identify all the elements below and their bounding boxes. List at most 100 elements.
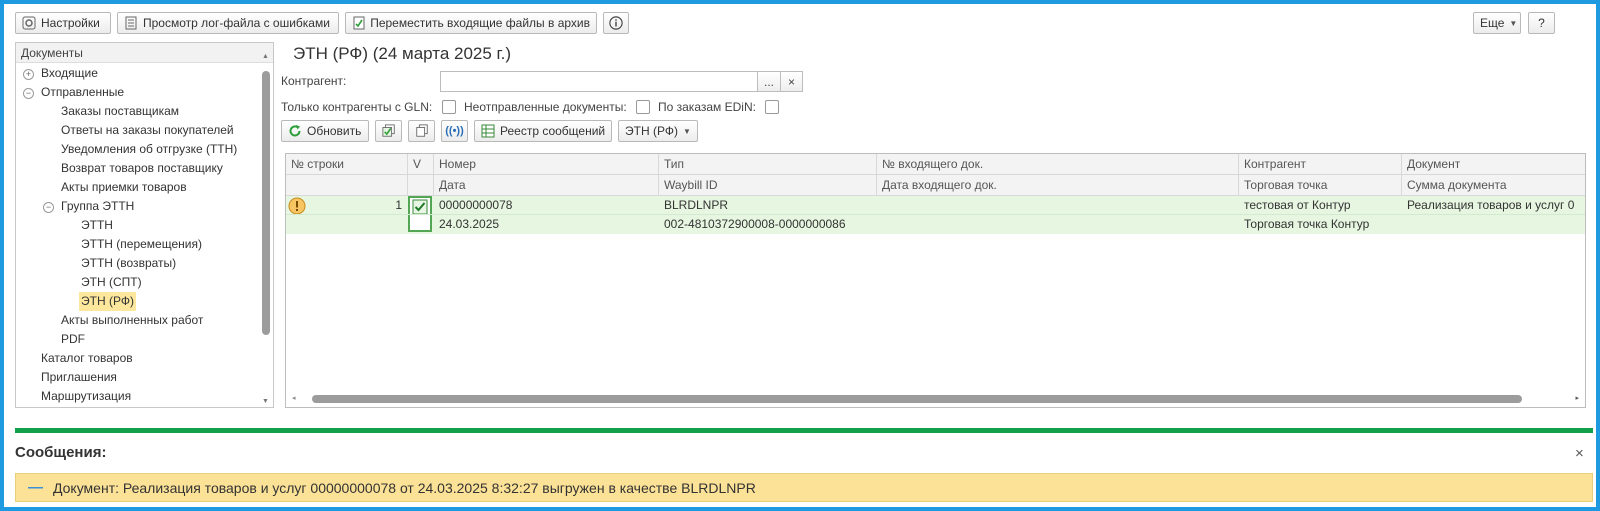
filter-edin-label: По заказам EDiN: [658, 100, 756, 114]
cell-type: BLRDLNPR [664, 198, 729, 212]
cell-trade-point: Торговая точка Контур [1244, 217, 1370, 231]
tree-item-work-acts[interactable]: Акты выполненных работ [61, 311, 203, 330]
filter-gln-label: Только контрагенты с GLN: [281, 100, 433, 114]
app-window: Настройки Просмотр лог-файла с ошибками … [0, 0, 1600, 511]
tree-item-catalog[interactable]: Каталог товаров [41, 349, 133, 368]
col-header-type[interactable]: Тип [659, 154, 877, 175]
tree-item-order-responses[interactable]: Ответы на заказы покупателей [61, 121, 234, 140]
tree-item-ettn-returns[interactable]: ЭТТН (возвраты) [81, 254, 176, 273]
caret-down-icon: ▼ [1509, 18, 1518, 28]
top-toolbar: Настройки Просмотр лог-файла с ошибками … [12, 10, 1588, 36]
tree-item-pdf[interactable]: PDF [61, 330, 85, 349]
mark-all-button[interactable] [375, 120, 402, 142]
info-icon [609, 16, 623, 30]
tree-item-etn-rf[interactable]: ЭТН (РФ) [79, 292, 136, 311]
tree-scrollbar[interactable]: ▲ ▼ [262, 53, 270, 405]
clear-counterparty-button[interactable]: × [780, 71, 803, 92]
close-messages-button[interactable]: × [1575, 445, 1584, 462]
tree-item-orders-to-suppliers[interactable]: Заказы поставщикам [61, 102, 179, 121]
message-text: Документ: Реализация товаров и услуг 000… [53, 479, 756, 496]
col-header-number[interactable]: Номер [434, 154, 659, 175]
document-icon [124, 16, 138, 30]
checkmark-icon [412, 199, 428, 215]
scroll-up-icon[interactable]: ▲ [262, 53, 269, 60]
tree-item-ettn-group[interactable]: Группа ЭТТН [61, 197, 134, 216]
scroll-right-icon[interactable]: ▸ [1575, 394, 1579, 402]
cell-line: 1 [395, 198, 402, 212]
filter-unsent-checkbox[interactable] [636, 100, 650, 114]
cell-counterparty: тестовая от Контур [1244, 198, 1351, 212]
grid-scroll-thumb[interactable] [312, 395, 1522, 403]
messages-divider [15, 428, 1593, 433]
select-counterparty-button[interactable]: ... [757, 71, 781, 92]
counterparty-input[interactable] [440, 71, 758, 92]
row-divider [286, 214, 1585, 215]
tree-item-ettn[interactable]: ЭТТН [81, 216, 113, 235]
message-item[interactable]: — Документ: Реализация товаров и услуг 0… [15, 473, 1593, 502]
col-header-counterparty[interactable]: Контрагент [1239, 154, 1402, 175]
table-row[interactable]: 1 00000000078 24.03.2025 BLRDLNPR 002-48… [286, 196, 1585, 234]
scroll-down-icon[interactable]: ▼ [262, 398, 269, 405]
cell-date: 24.03.2025 [439, 217, 500, 231]
cell-document: Реализация товаров и услуг 0 [1407, 198, 1575, 212]
info-button[interactable] [603, 12, 629, 34]
help-button[interactable]: ? [1528, 12, 1555, 34]
document-check-icon [352, 16, 365, 30]
cell-sum [1402, 215, 1585, 234]
cell-number: 00000000078 [439, 198, 513, 212]
collapse-icon[interactable]: − [23, 88, 34, 99]
col-header-line[interactable]: № строки [286, 154, 408, 175]
tree-item-shipment-notices[interactable]: Уведомления об отгрузке (ТТН) [61, 140, 237, 159]
cell-waybill: 002-4810372900008-0000000086 [664, 217, 846, 231]
tree-item-returns[interactable]: Возврат товаров поставщику [61, 159, 223, 178]
tree-scroll-thumb[interactable] [262, 71, 270, 335]
tree-item-etn-spt[interactable]: ЭТН (СПТ) [81, 273, 142, 292]
filter-unsent-label: Неотправленные документы: [464, 100, 627, 114]
documents-tree-panel: Документы + Входящие − Отправленные Зака… [15, 42, 274, 408]
col-header-sum[interactable]: Сумма документа [1402, 175, 1585, 196]
view-log-button[interactable]: Просмотр лог-файла с ошибками [117, 12, 339, 34]
filter-gln-checkbox[interactable] [442, 100, 456, 114]
collapse-dash-icon: — [28, 479, 43, 496]
settings-button[interactable]: Настройки [15, 12, 111, 34]
more-button[interactable]: Еще ▼ [1473, 12, 1521, 34]
refresh-button[interactable]: Обновить [281, 120, 369, 142]
collapse-icon[interactable]: − [43, 202, 54, 213]
col-header-waybill[interactable]: Waybill ID [659, 175, 877, 196]
documents-grid: № строки V Номер Тип № входящего док. Ко… [285, 153, 1586, 408]
tree-header: Документы [16, 43, 273, 63]
broadcast-button[interactable]: ((•)) [441, 120, 468, 142]
page-title: ЭТН (РФ) (24 марта 2025 г.) [293, 44, 512, 63]
caret-down-icon: ▼ [682, 126, 691, 136]
col-header-trade-point[interactable]: Торговая точка [1239, 175, 1402, 196]
col-header-incoming-no[interactable]: № входящего док. [877, 154, 1239, 175]
messages-title: Сообщения: [15, 444, 107, 461]
message-registry-button[interactable]: Реестр сообщений [474, 120, 612, 142]
col-header-blank [408, 175, 434, 196]
gear-icon [22, 16, 36, 30]
copy-icon [415, 124, 429, 138]
col-header-date[interactable]: Дата [434, 175, 659, 196]
doc-type-dropdown[interactable]: ЭТН (РФ) ▼ [618, 120, 698, 142]
tree-item-acceptance-acts[interactable]: Акты приемки товаров [61, 178, 187, 197]
counterparty-label: Контрагент: [281, 74, 347, 88]
col-header-v[interactable]: V [408, 154, 434, 175]
col-header-incoming-date[interactable]: Дата входящего док. [877, 175, 1239, 196]
tree-item-sent[interactable]: Отправленные [41, 83, 124, 102]
signal-icon: ((•)) [445, 125, 464, 137]
cell-incoming-no [877, 196, 1239, 215]
expand-icon[interactable]: + [23, 69, 34, 80]
tree-item-incoming[interactable]: Входящие [41, 64, 98, 83]
tree-item-invitations[interactable]: Приглашения [41, 368, 117, 387]
table-icon [481, 124, 495, 138]
tree-item-ettn-transfers[interactable]: ЭТТН (перемещения) [81, 235, 202, 254]
tree-item-routing[interactable]: Маршрутизация [41, 387, 131, 406]
filter-edin-checkbox[interactable] [765, 100, 779, 114]
scroll-left-icon[interactable]: ◂ [292, 394, 296, 402]
col-header-blank [286, 175, 408, 196]
col-header-document[interactable]: Документ [1402, 154, 1585, 175]
refresh-icon [288, 124, 302, 138]
move-to-archive-button[interactable]: Переместить входящие файлы в архив [345, 12, 597, 34]
grid-horizontal-scrollbar[interactable]: ◂ ▸ [292, 395, 1579, 403]
copy-button[interactable] [408, 120, 435, 142]
